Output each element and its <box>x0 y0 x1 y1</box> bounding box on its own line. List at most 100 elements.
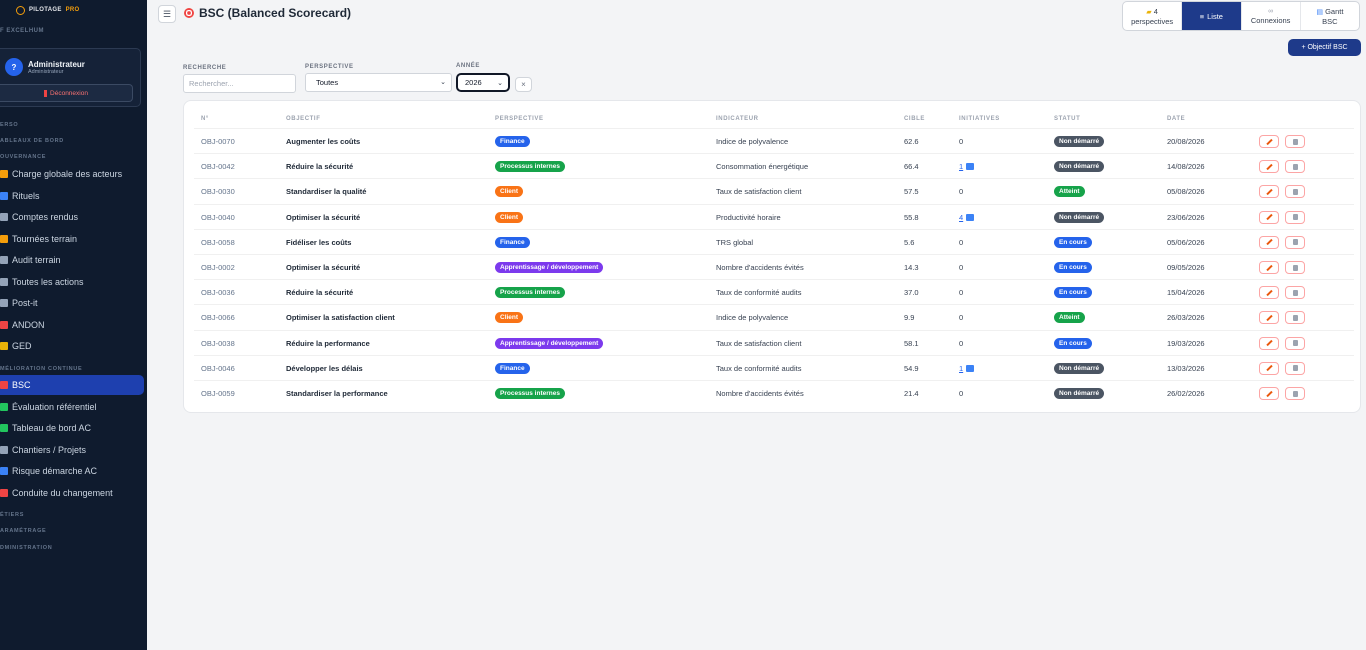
section-parametrage[interactable]: ARAMÉTRAGE <box>0 528 46 534</box>
col-header-cible[interactable]: CIBLE <box>904 116 925 122</box>
view-gantt-button[interactable]: ▤ Gantt BSC <box>1301 2 1359 30</box>
sidebar-item-audit-terrain[interactable]: Audit terrain <box>0 250 144 270</box>
objective-id[interactable]: OBJ-0058 <box>201 230 235 255</box>
view-connexions-button[interactable]: ∞ Connexions <box>1242 2 1301 30</box>
view-perspectives-button[interactable]: ▰ 4 perspectives <box>1123 2 1183 30</box>
menu-toggle-button[interactable]: ☰ <box>158 5 176 23</box>
objective-name[interactable]: Augmenter les coûts <box>286 129 360 154</box>
sidebar-item-toutes-les-actions[interactable]: Toutes les actions <box>0 272 144 292</box>
objective-id[interactable]: OBJ-0038 <box>201 331 235 356</box>
initiatives-cell: 0 <box>959 129 963 154</box>
sidebar-item-label: Comptes rendus <box>12 212 79 222</box>
avatar[interactable]: ? <box>5 58 23 76</box>
edit-button[interactable] <box>1259 135 1279 148</box>
edit-button[interactable] <box>1259 361 1279 375</box>
delete-button[interactable] <box>1285 185 1305 199</box>
objective-name[interactable]: Optimiser la sécurité <box>286 255 360 280</box>
edit-button[interactable] <box>1259 261 1279 274</box>
edit-button[interactable] <box>1259 185 1279 199</box>
sidebar-item-bsc[interactable]: BSC <box>0 375 144 395</box>
delete-button[interactable] <box>1285 261 1305 274</box>
initiatives-link[interactable]: 4 <box>959 213 975 222</box>
add-objective-button[interactable]: + Objectif BSC <box>1288 39 1361 56</box>
delete-button[interactable] <box>1285 336 1305 350</box>
sidebar-item-andon[interactable]: ANDON <box>0 315 144 335</box>
user-card: ? Administrateur Administrateur Déconnex… <box>0 48 141 107</box>
target-value: 54.9 <box>904 363 919 373</box>
delete-button[interactable] <box>1285 361 1305 375</box>
year-select[interactable]: 2026 ⌄ <box>456 73 510 92</box>
trash-icon <box>1292 365 1298 372</box>
col-header-initiatives[interactable]: INITIATIVES <box>959 116 1000 122</box>
delete-button[interactable] <box>1285 135 1305 148</box>
sidebar-item-ged[interactable]: GED <box>0 336 144 356</box>
delete-button[interactable] <box>1285 387 1305 400</box>
objective-name[interactable]: Développer les délais <box>286 356 363 381</box>
col-header-perspective[interactable]: PERSPECTIVE <box>495 116 544 122</box>
delete-button[interactable] <box>1285 210 1305 224</box>
delete-button[interactable] <box>1285 160 1305 174</box>
sidebar-item-tournees-terrain[interactable]: Tournées terrain <box>0 229 144 249</box>
app-logo[interactable]: PILOTAGE PRO <box>0 3 147 17</box>
sidebar-item-conduite-du-changement[interactable]: Conduite du changement <box>0 483 144 503</box>
edit-button[interactable] <box>1259 210 1279 224</box>
objective-name[interactable]: Optimiser la sécurité <box>286 205 360 230</box>
edit-button[interactable] <box>1259 160 1279 174</box>
clear-filters-button[interactable]: × <box>515 77 532 92</box>
objective-name[interactable]: Réduire la sécurité <box>286 154 353 179</box>
initiatives-link[interactable]: 1 <box>959 162 975 171</box>
objective-id[interactable]: OBJ-0046 <box>201 356 235 381</box>
col-header-indicateur[interactable]: INDICATEUR <box>716 116 759 122</box>
delete-button[interactable] <box>1285 311 1305 325</box>
section-gouvernance[interactable]: OUVERNANCE <box>0 154 46 160</box>
search-input[interactable]: Rechercher... <box>183 74 296 93</box>
objective-date: 23/06/2026 <box>1167 212 1205 222</box>
sidebar-item-comptes-rendus[interactable]: Comptes rendus <box>0 207 144 227</box>
sidebar-item-evaluation-referentiel[interactable]: Évaluation référentiel <box>0 397 144 417</box>
objective-id[interactable]: OBJ-0002 <box>201 255 235 280</box>
objective-id[interactable]: OBJ-0059 <box>201 381 235 406</box>
edit-button[interactable] <box>1259 311 1279 325</box>
section-tableaux-de-bord[interactable]: ABLEAUX DE BORD <box>0 138 64 144</box>
objective-id[interactable]: OBJ-0042 <box>201 154 235 179</box>
col-header-objectif[interactable]: OBJECTIF <box>286 116 320 122</box>
section-verso[interactable]: ERSO <box>0 122 18 128</box>
sidebar-item-charge-globale-des-acteurs[interactable]: Charge globale des acteurs <box>0 164 144 184</box>
perspective-select[interactable]: Toutes ⌄ <box>305 73 452 92</box>
target-value: 21.4 <box>904 389 919 398</box>
delete-button[interactable] <box>1285 235 1305 249</box>
section-amelioration-continue[interactable]: MÉLIORATION CONTINUE <box>0 366 82 372</box>
sidebar-item-tableau-de-bord-ac[interactable]: Tableau de bord AC <box>0 418 144 438</box>
objective-id[interactable]: OBJ-0040 <box>201 205 235 230</box>
col-header-num[interactable]: N° <box>201 116 209 122</box>
table-row: OBJ-0002 Optimiser la sécurité Apprentissa… <box>194 254 1354 279</box>
objective-name[interactable]: Réduire la sécurité <box>286 280 353 305</box>
objective-name[interactable]: Standardiser la qualité <box>286 179 366 204</box>
edit-button[interactable] <box>1259 336 1279 350</box>
sidebar-item-post-it[interactable]: Post-it <box>0 293 144 313</box>
col-header-date[interactable]: DATE <box>1167 116 1185 122</box>
objective-name[interactable]: Standardiser la performance <box>286 381 388 406</box>
edit-button[interactable] <box>1259 286 1279 300</box>
delete-button[interactable] <box>1285 286 1305 300</box>
section-administration[interactable]: DMINISTRATION <box>0 545 52 551</box>
col-header-statut[interactable]: STATUT <box>1054 116 1080 122</box>
section-metiers[interactable]: ÉTIERS <box>0 512 24 518</box>
view-liste-button[interactable]: ≡ Liste <box>1182 2 1242 30</box>
initiatives-link[interactable]: 1 <box>959 364 975 373</box>
objective-id[interactable]: OBJ-0070 <box>201 129 235 154</box>
objective-id[interactable]: OBJ-0066 <box>201 305 235 330</box>
edit-button[interactable] <box>1259 387 1279 400</box>
edit-button[interactable] <box>1259 235 1279 249</box>
objectives-table-card: N° OBJECTIF PERSPECTIVE INDICATEUR CIBLE… <box>183 100 1361 413</box>
objective-name[interactable]: Fidéliser les coûts <box>286 230 351 255</box>
perspective-badge: Apprentissage / développement <box>495 262 604 273</box>
objective-id[interactable]: OBJ-0036 <box>201 280 235 305</box>
sidebar-item-risque-demarche-ac[interactable]: Risque démarche AC <box>0 461 144 481</box>
objective-id[interactable]: OBJ-0030 <box>201 179 235 204</box>
logout-button[interactable]: Déconnexion <box>0 84 133 102</box>
objective-name[interactable]: Optimiser la satisfaction client <box>286 305 395 330</box>
sidebar-item-rituels[interactable]: Rituels <box>0 186 144 206</box>
objective-name[interactable]: Réduire la performance <box>286 331 370 356</box>
sidebar-item-chantiers-projets[interactable]: Chantiers / Projets <box>0 440 144 460</box>
